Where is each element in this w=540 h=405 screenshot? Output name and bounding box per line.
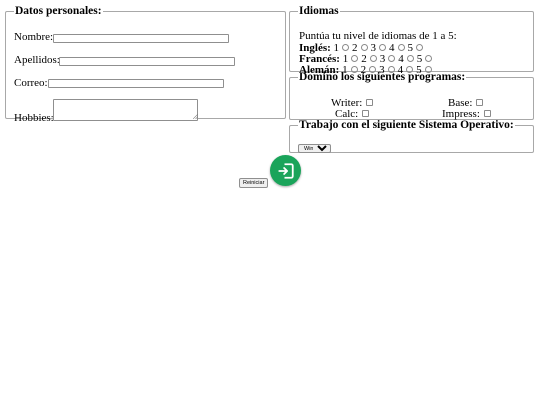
radio-ingles-5[interactable] [416, 43, 424, 51]
login-icon [277, 162, 294, 179]
programs-fieldset: Domino los siguientes programas: Writer:… [289, 71, 534, 120]
correo-label: Correo: [14, 77, 48, 89]
radio-ingles-2[interactable] [360, 43, 368, 51]
checkbox-calc[interactable] [362, 109, 370, 117]
nombre-label: Nombre: [14, 31, 54, 43]
idiomas-fieldset: Idiomas Puntúa tu nivel de idiomas de 1 … [289, 5, 534, 76]
radio-ingles-4[interactable] [397, 43, 405, 51]
personal-data-fieldset: Datos personales: Nombre: Apellidos: Cor… [5, 5, 286, 124]
resize-grip-icon[interactable] [193, 114, 198, 119]
radio-frances-1[interactable] [351, 54, 359, 62]
radio-frances-2[interactable] [369, 54, 377, 62]
personal-data-legend: Datos personales: [15, 5, 102, 17]
radio-frances-3[interactable] [388, 54, 396, 62]
reset-button[interactable]: Reiniciar [239, 178, 269, 188]
radio-frances-4[interactable] [406, 54, 414, 62]
radio-ingles-1[interactable] [342, 43, 350, 51]
programs-legend: Domino los siguientes programas: [299, 71, 466, 83]
os-fieldset: Trabajo con el siguiente Sistema Operati… [289, 119, 534, 153]
apellidos-label: Apellidos: [14, 54, 60, 66]
checkbox-impress[interactable] [483, 109, 491, 117]
idiomas-legend: Idiomas [299, 5, 339, 17]
radio-ingles-3[interactable] [379, 43, 387, 51]
idiomas-intro: Puntúa tu nivel de idiomas de 1 a 5: [299, 30, 457, 42]
os-legend: Trabajo con el siguiente Sistema Operati… [299, 119, 514, 131]
nombre-input[interactable] [53, 34, 229, 43]
hobbies-label: Hobbies: [14, 112, 54, 124]
os-select[interactable]: Windows [298, 144, 331, 153]
login-fab-button[interactable] [270, 155, 301, 186]
apellidos-input[interactable] [59, 57, 235, 66]
correo-input[interactable] [48, 79, 224, 88]
hobbies-textarea[interactable] [53, 99, 198, 121]
checkbox-base[interactable] [476, 98, 484, 106]
radio-frances-5[interactable] [425, 54, 433, 62]
checkbox-writer[interactable] [366, 98, 374, 106]
